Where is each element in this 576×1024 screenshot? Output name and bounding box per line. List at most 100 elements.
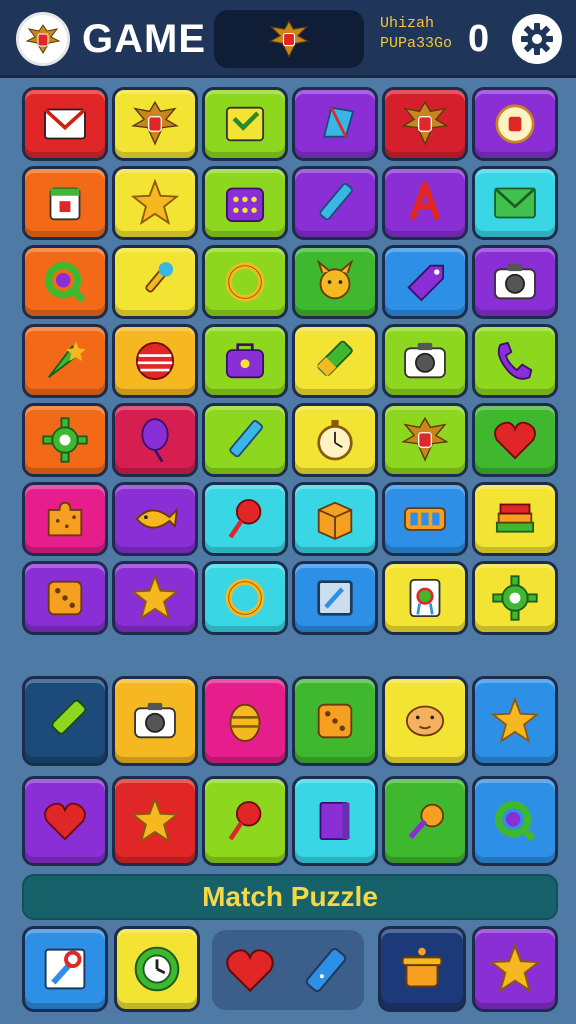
gear-icon — [521, 23, 553, 55]
board-tile[interactable] — [112, 245, 198, 319]
search-ring-icon — [45, 262, 86, 303]
lollipop-icon — [228, 801, 262, 841]
board-tile[interactable] — [382, 87, 468, 161]
game-board — [22, 87, 558, 635]
crayon-icon — [317, 340, 353, 377]
heart-icon — [44, 802, 86, 841]
board-tile[interactable] — [22, 166, 108, 240]
pencil-icon — [229, 420, 263, 458]
board-tile[interactable] — [292, 166, 378, 240]
board-tile[interactable] — [472, 245, 558, 319]
garuda-emblem-icon — [268, 20, 310, 58]
top-bar: GAME Uhizah PUPa33Go 0 — [0, 0, 576, 78]
avatar[interactable] — [16, 12, 70, 66]
ring-icon — [225, 578, 265, 618]
board-tile[interactable] — [202, 245, 288, 319]
tool-button-pot[interactable] — [378, 926, 466, 1012]
star-icon — [490, 696, 540, 744]
page-title: GAME — [82, 17, 206, 61]
board-tile[interactable] — [292, 561, 378, 635]
box-icon — [317, 501, 353, 540]
heart-icon — [226, 949, 274, 993]
garuda-badge-icon — [495, 104, 535, 144]
frame-icon — [317, 580, 353, 616]
lower-board-tile[interactable] — [382, 776, 468, 866]
board-tile[interactable] — [202, 166, 288, 240]
board-tile[interactable] — [382, 403, 468, 477]
board-tile[interactable] — [22, 403, 108, 477]
banner-title: Match Puzzle — [202, 881, 378, 912]
lower-board — [22, 676, 558, 866]
puzzle-piece-icon — [47, 501, 83, 537]
lower-board-tile[interactable] — [112, 776, 198, 866]
settings-button[interactable] — [512, 14, 562, 64]
board-tile[interactable] — [112, 324, 198, 398]
garuda-emblem-icon — [131, 100, 179, 146]
ball-icon — [135, 341, 175, 381]
tool-button-wrench[interactable] — [22, 926, 108, 1012]
board-tile[interactable] — [22, 324, 108, 398]
board-tile[interactable] — [112, 166, 198, 240]
score-value: 0 — [468, 18, 490, 60]
board-tile[interactable] — [292, 87, 378, 161]
lower-board-tile[interactable] — [112, 676, 198, 766]
board-tile[interactable] — [202, 87, 288, 161]
board-tile[interactable] — [292, 324, 378, 398]
dice-icon — [47, 580, 83, 616]
phone-icon — [497, 341, 533, 380]
board-tile[interactable] — [472, 87, 558, 161]
board-tile[interactable] — [382, 245, 468, 319]
lower-board-tile[interactable] — [22, 676, 108, 766]
board-tile[interactable] — [472, 561, 558, 635]
tool-button-star[interactable] — [472, 926, 558, 1012]
board-tile[interactable] — [22, 561, 108, 635]
garuda-emblem-icon — [25, 24, 61, 54]
board-tile[interactable] — [472, 324, 558, 398]
board-tile[interactable] — [472, 403, 558, 477]
book-icon — [319, 801, 350, 841]
board-tile[interactable] — [472, 482, 558, 556]
board-tile[interactable] — [112, 87, 198, 161]
board-tile[interactable] — [22, 245, 108, 319]
bag-icon — [225, 343, 265, 379]
board-tile[interactable] — [202, 482, 288, 556]
lower-board-tile[interactable] — [382, 676, 468, 766]
board-tile[interactable] — [202, 324, 288, 398]
tool-button-timer[interactable] — [114, 926, 200, 1012]
board-tile[interactable] — [382, 561, 468, 635]
bottom-toolbar — [22, 926, 558, 1014]
board-tile[interactable] — [292, 245, 378, 319]
search-ring-icon — [495, 801, 536, 842]
gear-icon — [492, 575, 538, 621]
lower-board-tile[interactable] — [292, 776, 378, 866]
board-tile[interactable] — [382, 482, 468, 556]
score-label: Uhizah PUPa33Go — [380, 14, 472, 54]
board-tile[interactable] — [382, 324, 468, 398]
board-tile[interactable] — [292, 482, 378, 556]
paintbrush-icon — [145, 262, 174, 293]
selection-tray[interactable] — [212, 930, 364, 1010]
lower-board-tile[interactable] — [22, 776, 108, 866]
board-tile[interactable] — [202, 403, 288, 477]
jar-icon — [49, 187, 81, 221]
board-tile[interactable] — [292, 403, 378, 477]
board-tile[interactable] — [202, 561, 288, 635]
star-icon — [489, 942, 541, 993]
board-tile[interactable] — [112, 561, 198, 635]
center-emblem — [214, 10, 364, 68]
board-tile[interactable] — [472, 166, 558, 240]
lower-board-tile[interactable] — [472, 676, 558, 766]
lower-board-tile[interactable] — [202, 776, 288, 866]
mail-icon — [494, 187, 536, 219]
timer-gear-icon — [134, 946, 180, 992]
pot-icon — [401, 947, 443, 988]
board-tile[interactable] — [112, 403, 198, 477]
board-tile[interactable] — [22, 87, 108, 161]
board-tile[interactable] — [112, 482, 198, 556]
board-tile[interactable] — [22, 482, 108, 556]
battery-icon — [404, 507, 446, 531]
lower-board-tile[interactable] — [202, 676, 288, 766]
lower-board-tile[interactable] — [292, 676, 378, 766]
board-tile[interactable] — [382, 166, 468, 240]
lower-board-tile[interactable] — [472, 776, 558, 866]
